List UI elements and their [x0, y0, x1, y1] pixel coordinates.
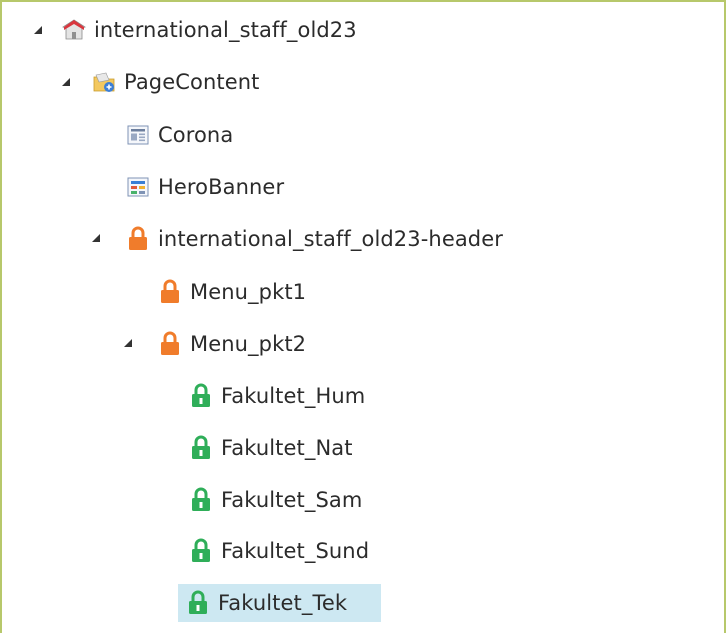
- orange-lock-icon: [156, 278, 184, 306]
- tree-node-label: Fakultet_Hum: [221, 383, 366, 408]
- tree-node-herobanner[interactable]: HeroBanner: [118, 168, 294, 206]
- tree-node-fakultet-sund[interactable]: Fakultet_Sund: [181, 532, 379, 570]
- expand-toggle-pagecontent[interactable]: [60, 76, 72, 88]
- tree-node-label: HeroBanner: [158, 174, 285, 199]
- tree-node-international-staff-old23-header[interactable]: international_staff_old23-header: [118, 220, 513, 258]
- tree-node-fakultet-tek[interactable]: Fakultet_Tek: [178, 584, 381, 622]
- tree-node-fakultet-nat[interactable]: Fakultet_Nat: [181, 429, 363, 467]
- tree-node-corona[interactable]: Corona: [118, 116, 243, 154]
- tree-node-label: Corona: [158, 122, 234, 147]
- green-lock-icon: [184, 589, 212, 617]
- tree-node-fakultet-hum[interactable]: Fakultet_Hum: [181, 377, 375, 415]
- content-item-icon: [124, 121, 152, 149]
- tree-node-label: Fakultet_Sund: [221, 538, 370, 563]
- tree-node-pagecontent[interactable]: PageContent: [84, 63, 269, 101]
- green-lock-icon: [187, 486, 215, 514]
- tree-node-label: PageContent: [124, 69, 260, 94]
- banner-item-icon: [124, 173, 152, 201]
- tree-node-international-staff-old23[interactable]: international_staff_old23: [54, 11, 367, 49]
- green-lock-icon: [187, 434, 215, 462]
- tree-node-menu-pkt1[interactable]: Menu_pkt1: [150, 273, 316, 311]
- tree-node-fakultet-sam[interactable]: Fakultet_Sam: [181, 481, 372, 519]
- tree-node-menu-pkt2[interactable]: Menu_pkt2: [150, 325, 316, 363]
- green-lock-icon: [187, 382, 215, 410]
- tree-node-label: Fakultet_Sam: [221, 487, 363, 512]
- tree-node-label: international_staff_old23-header: [158, 226, 503, 251]
- triangle-expanded-icon: [34, 26, 42, 34]
- triangle-expanded-icon: [124, 339, 132, 347]
- tree-node-label: Menu_pkt2: [190, 331, 307, 356]
- tree-node-label: Fakultet_Nat: [221, 435, 353, 460]
- green-lock-icon: [187, 537, 215, 565]
- expand-toggle-menu-pkt2[interactable]: [122, 337, 134, 349]
- tree-node-label: Fakultet_Tek: [218, 590, 348, 615]
- expand-toggle-international-staff-old23[interactable]: [32, 24, 44, 36]
- triangle-expanded-icon: [92, 234, 100, 242]
- triangle-expanded-icon: [62, 78, 70, 86]
- content-tree-panel: international_staff_old23 PageContent Co…: [0, 0, 726, 633]
- tree-node-label: Menu_pkt1: [190, 279, 307, 304]
- orange-lock-icon: [156, 330, 184, 358]
- orange-lock-icon: [124, 225, 152, 253]
- folder-icon: [90, 68, 118, 96]
- expand-toggle-international-staff-old23-header[interactable]: [90, 232, 102, 244]
- house-icon: [60, 16, 88, 44]
- tree-node-label: international_staff_old23: [94, 17, 357, 42]
